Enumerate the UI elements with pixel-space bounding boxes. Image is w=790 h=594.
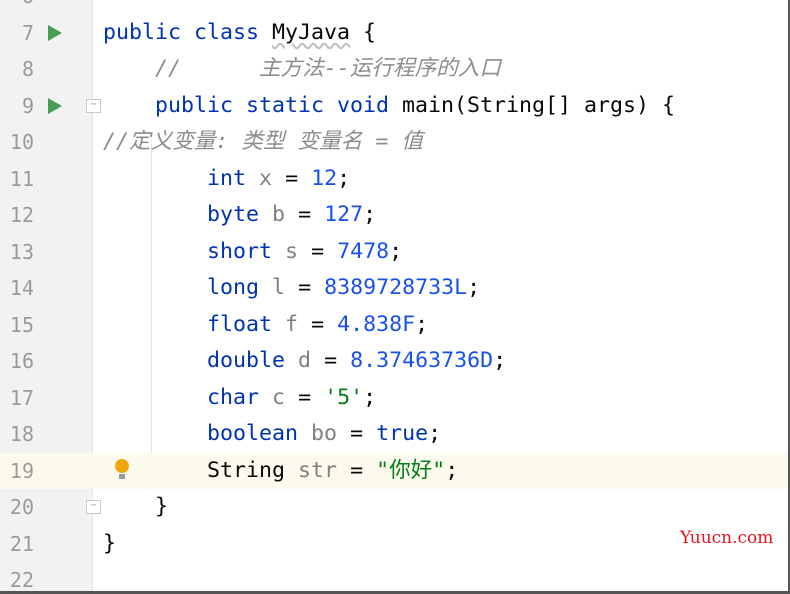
type-keyword: long [207, 275, 260, 300]
literal-value: true [376, 421, 429, 446]
literal-value: 4.838F [337, 311, 416, 337]
code-line[interactable]: 17 char c = '5'; [0, 380, 788, 417]
code-line[interactable]: 20 − } [0, 489, 788, 526]
code-line[interactable]: 7 public class MyJava { [0, 15, 788, 52]
code-line[interactable]: 19 String str = "你好"; [0, 452, 788, 489]
literal-value: 12 [311, 165, 338, 191]
type-keyword: int [207, 165, 247, 191]
literal-value: "你好" [376, 457, 446, 483]
code-line[interactable]: 10 //定义变量: 类型 变量名 = 值 [0, 124, 788, 161]
code-line[interactable]: 11 int x = 12; [0, 161, 788, 198]
watermark: Yuucn.com [680, 528, 774, 548]
code-line[interactable]: 21} [0, 526, 788, 563]
run-icon[interactable] [48, 24, 62, 41]
code-line[interactable]: 22 [0, 562, 788, 592]
keyword: public class [103, 19, 273, 45]
code-text: main(String[] args) { [402, 92, 676, 118]
line-number: 20 [9, 495, 34, 519]
type-keyword: byte [207, 202, 260, 227]
code-editor[interactable]: 6 7 public class MyJava { 8 // 主方法--运行程序的… [0, 0, 790, 594]
line-number: 22 [9, 568, 34, 592]
code-line[interactable]: 14 long l = 8389728733L; [0, 270, 788, 307]
fold-icon[interactable]: − [86, 98, 101, 113]
run-icon[interactable] [48, 97, 62, 114]
variable-name: d [298, 348, 312, 373]
line-number: 19 [9, 458, 34, 483]
line-number: 9 [21, 93, 34, 118]
literal-value: '5' [324, 384, 364, 410]
variable-name: str [298, 457, 338, 483]
type-keyword: String [207, 457, 286, 483]
line-number: 6 [0, 0, 34, 15]
line-number: 13 [9, 239, 34, 264]
line-number: 16 [9, 349, 34, 373]
type-keyword: char [207, 384, 260, 410]
code-line[interactable]: 16 double d = 8.37463736D; [0, 343, 788, 380]
code-line[interactable]: 12 byte b = 127; [0, 197, 788, 234]
code-text: } [103, 530, 117, 556]
code-line[interactable]: 15 float f = 4.838F; [0, 307, 788, 344]
line-number: 17 [9, 385, 34, 410]
variable-name: x [259, 165, 273, 191]
type-keyword: short [207, 238, 273, 264]
line-number: 7 [21, 20, 34, 45]
line-number: 10 [9, 130, 34, 154]
variable-name: c [272, 384, 286, 410]
code-text: { [350, 19, 377, 45]
code-line[interactable]: 9 − public static void main(String[] args… [0, 88, 788, 125]
variable-name: s [285, 238, 299, 264]
literal-value: 8389728733L [324, 275, 468, 300]
line-number: 12 [9, 203, 34, 227]
variable-name: bo [311, 421, 338, 446]
line-number: 14 [9, 276, 34, 300]
type-keyword: float [207, 311, 273, 337]
literal-value: 127 [324, 202, 364, 227]
code-line[interactable]: 13 short s = 7478; [0, 234, 788, 271]
literal-value: 7478 [337, 238, 390, 264]
type-keyword: boolean [207, 421, 299, 446]
line-number: 18 [9, 422, 34, 446]
line-number: 21 [9, 531, 34, 556]
fold-icon[interactable]: − [86, 500, 101, 514]
keyword: public static void [103, 92, 403, 118]
code-text: } [103, 494, 169, 519]
variable-name: l [272, 275, 286, 300]
line-number: 15 [9, 312, 34, 337]
code-line[interactable]: 8 // 主方法--运行程序的入口 [0, 51, 788, 88]
comment: //定义变量: 类型 变量名 = 值 [103, 129, 423, 154]
line-number: 11 [9, 166, 34, 191]
variable-name: b [272, 202, 286, 227]
code-line[interactable]: 18 boolean bo = true; [0, 416, 788, 453]
class-name: MyJava [272, 19, 351, 45]
variable-name: f [285, 311, 299, 337]
line-number: 8 [21, 57, 34, 81]
literal-value: 8.37463736D [350, 348, 494, 373]
comment: // 主方法--运行程序的入口 [103, 56, 501, 81]
code-line[interactable]: 6 [0, 0, 788, 15]
type-keyword: double [207, 348, 286, 373]
